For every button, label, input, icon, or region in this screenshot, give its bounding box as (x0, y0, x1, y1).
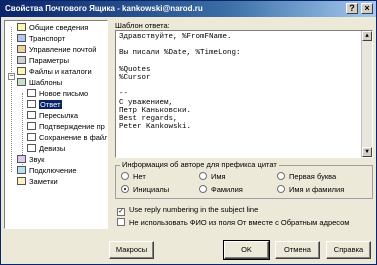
radio-indicator (121, 185, 129, 193)
tree-item-files[interactable]: Файлы и каталоги (17, 66, 92, 77)
editor-scrollbar[interactable]: ▲ ▼ (361, 31, 372, 157)
tree-item-forward[interactable]: Пересылка (27, 110, 78, 121)
radio-indicator (199, 172, 207, 180)
title-bar: Свойства Почтового Ящика - kankowski@nar… (1, 1, 376, 17)
radio-initials[interactable]: Инициалы (121, 185, 169, 195)
checkbox-box (117, 218, 125, 226)
tree-item-mail-control[interactable]: Управление почтой (17, 44, 96, 55)
template-line (119, 41, 369, 49)
ok-button[interactable]: OK (223, 240, 270, 260)
tree-item-mottos[interactable]: Девизы (27, 143, 65, 154)
tree-item-reply[interactable]: Ответ (27, 99, 62, 110)
document-icon (27, 100, 36, 108)
template-line (119, 58, 369, 66)
tree-item-sound[interactable]: Звук (17, 154, 44, 165)
scroll-up-button[interactable]: ▲ (362, 31, 372, 41)
template-line: С уважением, (119, 98, 174, 107)
help-button[interactable]: Справка (326, 241, 371, 259)
radio-indicator (277, 185, 285, 193)
radio-full-name[interactable]: Имя и фамилия (277, 185, 344, 195)
radio-none[interactable]: Нет (121, 172, 146, 182)
sound-icon (17, 155, 26, 163)
template-line: -- (119, 90, 129, 99)
window-title: Свойства Почтового Ящика - kankowski@nar… (5, 4, 203, 13)
template-line: Best regards, (119, 114, 178, 123)
notes-icon (17, 177, 26, 185)
transport-icon (17, 34, 26, 42)
template-line: %Quotes (119, 65, 151, 74)
template-line: %Cursor (119, 73, 151, 82)
document-icon (27, 111, 36, 119)
radio-indicator (277, 172, 285, 180)
template-label: Шаблон ответа: (115, 21, 170, 30)
tree-item-confirmation[interactable]: Подтверждение пр (27, 121, 105, 132)
folder-icon (17, 67, 26, 75)
close-button[interactable]: × (361, 3, 373, 14)
tree-item-save-to-file[interactable]: Сохранение в файл (27, 132, 107, 143)
connection-icon (17, 166, 26, 174)
folder-icon (17, 23, 26, 31)
radio-last-name[interactable]: Фамилия (199, 185, 243, 195)
tree-item-general[interactable]: Общие сведения (17, 22, 88, 33)
scroll-down-button[interactable]: ▼ (362, 147, 372, 157)
tree-item-transport[interactable]: Транспорт (17, 33, 65, 44)
macros-button[interactable]: Макросы (109, 241, 154, 259)
quote-prefix-title: Информация об авторе для префикса цитат (120, 160, 279, 169)
cancel-button[interactable]: Отмена (275, 241, 320, 259)
properties-dialog: Свойства Почтового Ящика - kankowski@nar… (0, 0, 377, 265)
document-icon (27, 122, 36, 130)
mail-control-icon (17, 45, 26, 53)
template-line: Здравствуйте, %FromFName. (119, 33, 232, 41)
tree-item-new-letter[interactable]: Новое письмо (27, 88, 88, 99)
settings-icon (17, 56, 26, 64)
settings-tree[interactable]: − Общие сведения Транспорт Управление по… (4, 20, 108, 229)
reply-template-editor[interactable]: Здравствуйте, %FromFName. Вы писали %Dat… (115, 30, 373, 158)
template-line: Peter Kankowski. (119, 123, 192, 132)
document-icon (27, 89, 36, 97)
checkbox-box: ✓ (117, 208, 125, 216)
no-fio-checkbox[interactable]: Не использовать ФИО из поля От вместе с … (117, 218, 349, 228)
radio-indicator (121, 172, 129, 180)
tree-item-connection[interactable]: Подключение (17, 165, 77, 176)
help-title-button[interactable]: ? (346, 3, 358, 14)
document-icon (27, 144, 36, 152)
radio-first-name[interactable]: Имя (199, 172, 226, 182)
tree-item-notes[interactable]: Заметки (17, 176, 58, 187)
tree-item-templates[interactable]: Шаблоны (17, 77, 62, 88)
collapse-templates-toggle[interactable]: − (8, 73, 15, 80)
templates-icon (17, 78, 26, 86)
document-icon (27, 133, 36, 141)
radio-indicator (199, 185, 207, 193)
template-line: Вы писали %Date, %TimeLong: (119, 49, 241, 58)
template-line (119, 82, 369, 90)
reply-numbering-checkbox[interactable]: ✓ Use reply numbering in the subject line (117, 205, 258, 216)
template-line: Петр Каньковски. (119, 106, 192, 115)
tree-item-parameters[interactable]: Параметры (17, 55, 69, 66)
radio-first-letter[interactable]: Первая буква (277, 172, 336, 182)
